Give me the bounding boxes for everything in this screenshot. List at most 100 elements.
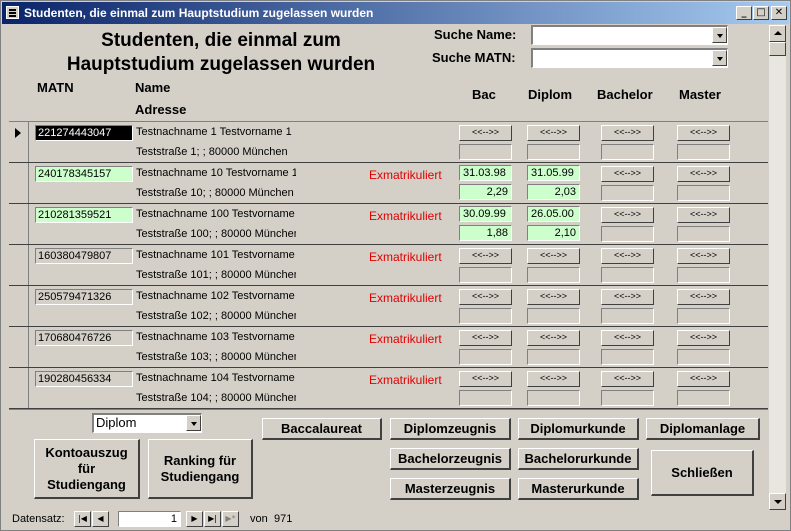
bac-grade-button[interactable]: <<-->> — [459, 289, 512, 305]
diplom-grade-field[interactable] — [527, 390, 580, 406]
last-record-icon[interactable]: ▶| — [204, 511, 221, 527]
scroll-down-icon[interactable] — [769, 493, 786, 510]
search-matn-combo[interactable] — [531, 48, 728, 68]
diplom-grade-field[interactable] — [527, 267, 580, 283]
bachelor-grade-button[interactable]: <<-->> — [601, 166, 654, 182]
bachelor-grade-field[interactable] — [601, 226, 654, 242]
previous-record-icon[interactable]: ◀ — [92, 511, 109, 527]
master-grade-button[interactable]: <<-->> — [677, 330, 730, 346]
bac-grade-button[interactable]: <<-->> — [459, 248, 512, 264]
diplom-grade-field[interactable] — [527, 144, 580, 160]
bac-grade-field[interactable] — [459, 390, 512, 406]
address-field[interactable]: Teststraße 102; ; 80000 München — [136, 309, 296, 323]
name-field[interactable]: Testnachname 103 Testvorname — [136, 330, 296, 344]
bac-grade-field[interactable] — [459, 267, 512, 283]
record-selector[interactable] — [9, 327, 29, 367]
close-button[interactable]: ✕ — [771, 6, 787, 20]
diplom-grade-button[interactable]: <<-->> — [527, 248, 580, 264]
diplomanlage-button[interactable]: Diplomanlage — [646, 418, 760, 440]
address-field[interactable]: Teststraße 100; ; 80000 München — [136, 227, 296, 241]
matn-field[interactable]: 210281359521 — [35, 207, 133, 223]
bachelor-grade-button[interactable]: <<-->> — [601, 207, 654, 223]
bachelorurkunde-button[interactable]: Bachelorurkunde — [518, 448, 639, 470]
name-field[interactable]: Testnachname 104 Testvorname — [136, 371, 296, 385]
chevron-down-icon[interactable] — [712, 50, 727, 66]
bachelor-grade-field[interactable] — [601, 390, 654, 406]
maximize-button[interactable]: □ — [753, 6, 769, 20]
studiengang-select[interactable]: Diplom — [92, 413, 202, 433]
diplom-grade-field[interactable] — [527, 308, 580, 324]
master-grade-button[interactable]: <<-->> — [677, 289, 730, 305]
matn-field[interactable]: 250579471326 — [35, 289, 133, 305]
matn-field[interactable]: 190280456334 — [35, 371, 133, 387]
name-field[interactable]: Testnachname 10 Testvorname 1 — [136, 166, 296, 180]
bac-grade-field[interactable] — [459, 144, 512, 160]
bachelor-grade-field[interactable] — [601, 349, 654, 365]
bachelor-grade-button[interactable]: <<-->> — [601, 371, 654, 387]
record-selector[interactable] — [9, 368, 29, 408]
search-name-combo[interactable] — [531, 25, 728, 45]
bac-grade-button[interactable]: <<-->> — [459, 125, 512, 141]
masterurkunde-button[interactable]: Masterurkunde — [518, 478, 639, 500]
name-field[interactable]: Testnachname 102 Testvorname — [136, 289, 296, 303]
record-selector-current[interactable] — [9, 122, 29, 162]
bachelorzeugnis-button[interactable]: Bachelorzeugnis — [390, 448, 511, 470]
matn-field[interactable]: 221274443047 — [35, 125, 133, 141]
vertical-scrollbar[interactable] — [769, 25, 786, 510]
diplom-grade-button[interactable]: <<-->> — [527, 289, 580, 305]
bac-grade-field[interactable] — [459, 349, 512, 365]
address-field[interactable]: Teststraße 103; ; 80000 München — [136, 350, 296, 364]
matn-field[interactable]: 160380479807 — [35, 248, 133, 264]
master-grade-button[interactable]: <<-->> — [677, 166, 730, 182]
master-grade-field[interactable] — [677, 349, 730, 365]
master-grade-field[interactable] — [677, 226, 730, 242]
bachelor-grade-field[interactable] — [601, 144, 654, 160]
bachelor-grade-button[interactable]: <<-->> — [601, 289, 654, 305]
name-field[interactable]: Testnachname 100 Testvorname — [136, 207, 296, 221]
master-grade-field[interactable] — [677, 267, 730, 283]
ranking-button[interactable]: Ranking für Studiengang — [148, 439, 253, 499]
scroll-up-icon[interactable] — [769, 25, 786, 42]
address-field[interactable]: Teststraße 1; ; 80000 München — [136, 145, 296, 159]
new-record-icon[interactable]: ▶* — [222, 511, 239, 527]
title-bar[interactable]: Studenten, die einmal zum Hauptstudium z… — [2, 2, 789, 24]
bachelor-grade-button[interactable]: <<-->> — [601, 125, 654, 141]
diplom-grade-field[interactable] — [527, 349, 580, 365]
bac-date-field[interactable]: 31.03.98 — [459, 165, 512, 181]
matn-field[interactable]: 170680476726 — [35, 330, 133, 346]
master-grade-button[interactable]: <<-->> — [677, 248, 730, 264]
bachelor-grade-field[interactable] — [601, 267, 654, 283]
bac-date-field[interactable]: 30.09.99 — [459, 206, 512, 222]
bac-grade-field[interactable]: 2,29 — [459, 184, 512, 200]
kontoauszug-button[interactable]: Kontoauszug für Studiengang — [34, 439, 140, 499]
record-selector[interactable] — [9, 245, 29, 285]
bachelor-grade-field[interactable] — [601, 308, 654, 324]
next-record-icon[interactable]: ▶ — [186, 511, 203, 527]
bac-grade-field[interactable]: 1,88 — [459, 225, 512, 241]
name-field[interactable]: Testnachname 101 Testvorname — [136, 248, 296, 262]
bachelor-grade-button[interactable]: <<-->> — [601, 248, 654, 264]
master-grade-field[interactable] — [677, 308, 730, 324]
diplom-grade-button[interactable]: <<-->> — [527, 371, 580, 387]
matn-field[interactable]: 240178345157 — [35, 166, 133, 182]
master-grade-button[interactable]: <<-->> — [677, 207, 730, 223]
record-selector[interactable] — [9, 204, 29, 244]
diplom-grade-button[interactable]: <<-->> — [527, 125, 580, 141]
minimize-button[interactable]: _ — [736, 6, 752, 20]
address-field[interactable]: Teststraße 10; ; 80000 München — [136, 186, 296, 200]
first-record-icon[interactable]: |◀ — [74, 511, 91, 527]
diplom-grade-button[interactable]: <<-->> — [527, 330, 580, 346]
diplom-date-field[interactable]: 31.05.99 — [527, 165, 580, 181]
diplomzeugnis-button[interactable]: Diplomzeugnis — [390, 418, 511, 440]
current-record-input[interactable]: 1 — [118, 511, 181, 527]
master-grade-field[interactable] — [677, 185, 730, 201]
diplomurkunde-button[interactable]: Diplomurkunde — [518, 418, 639, 440]
address-field[interactable]: Teststraße 101; ; 80000 München — [136, 268, 296, 282]
bac-grade-button[interactable]: <<-->> — [459, 330, 512, 346]
diplom-grade-field[interactable]: 2,03 — [527, 184, 580, 200]
chevron-down-icon[interactable] — [186, 415, 201, 431]
master-grade-button[interactable]: <<-->> — [677, 371, 730, 387]
baccalaureat-button[interactable]: Baccalaureat — [262, 418, 382, 440]
name-field[interactable]: Testnachname 1 Testvorname 1 — [136, 125, 296, 139]
record-selector[interactable] — [9, 163, 29, 203]
